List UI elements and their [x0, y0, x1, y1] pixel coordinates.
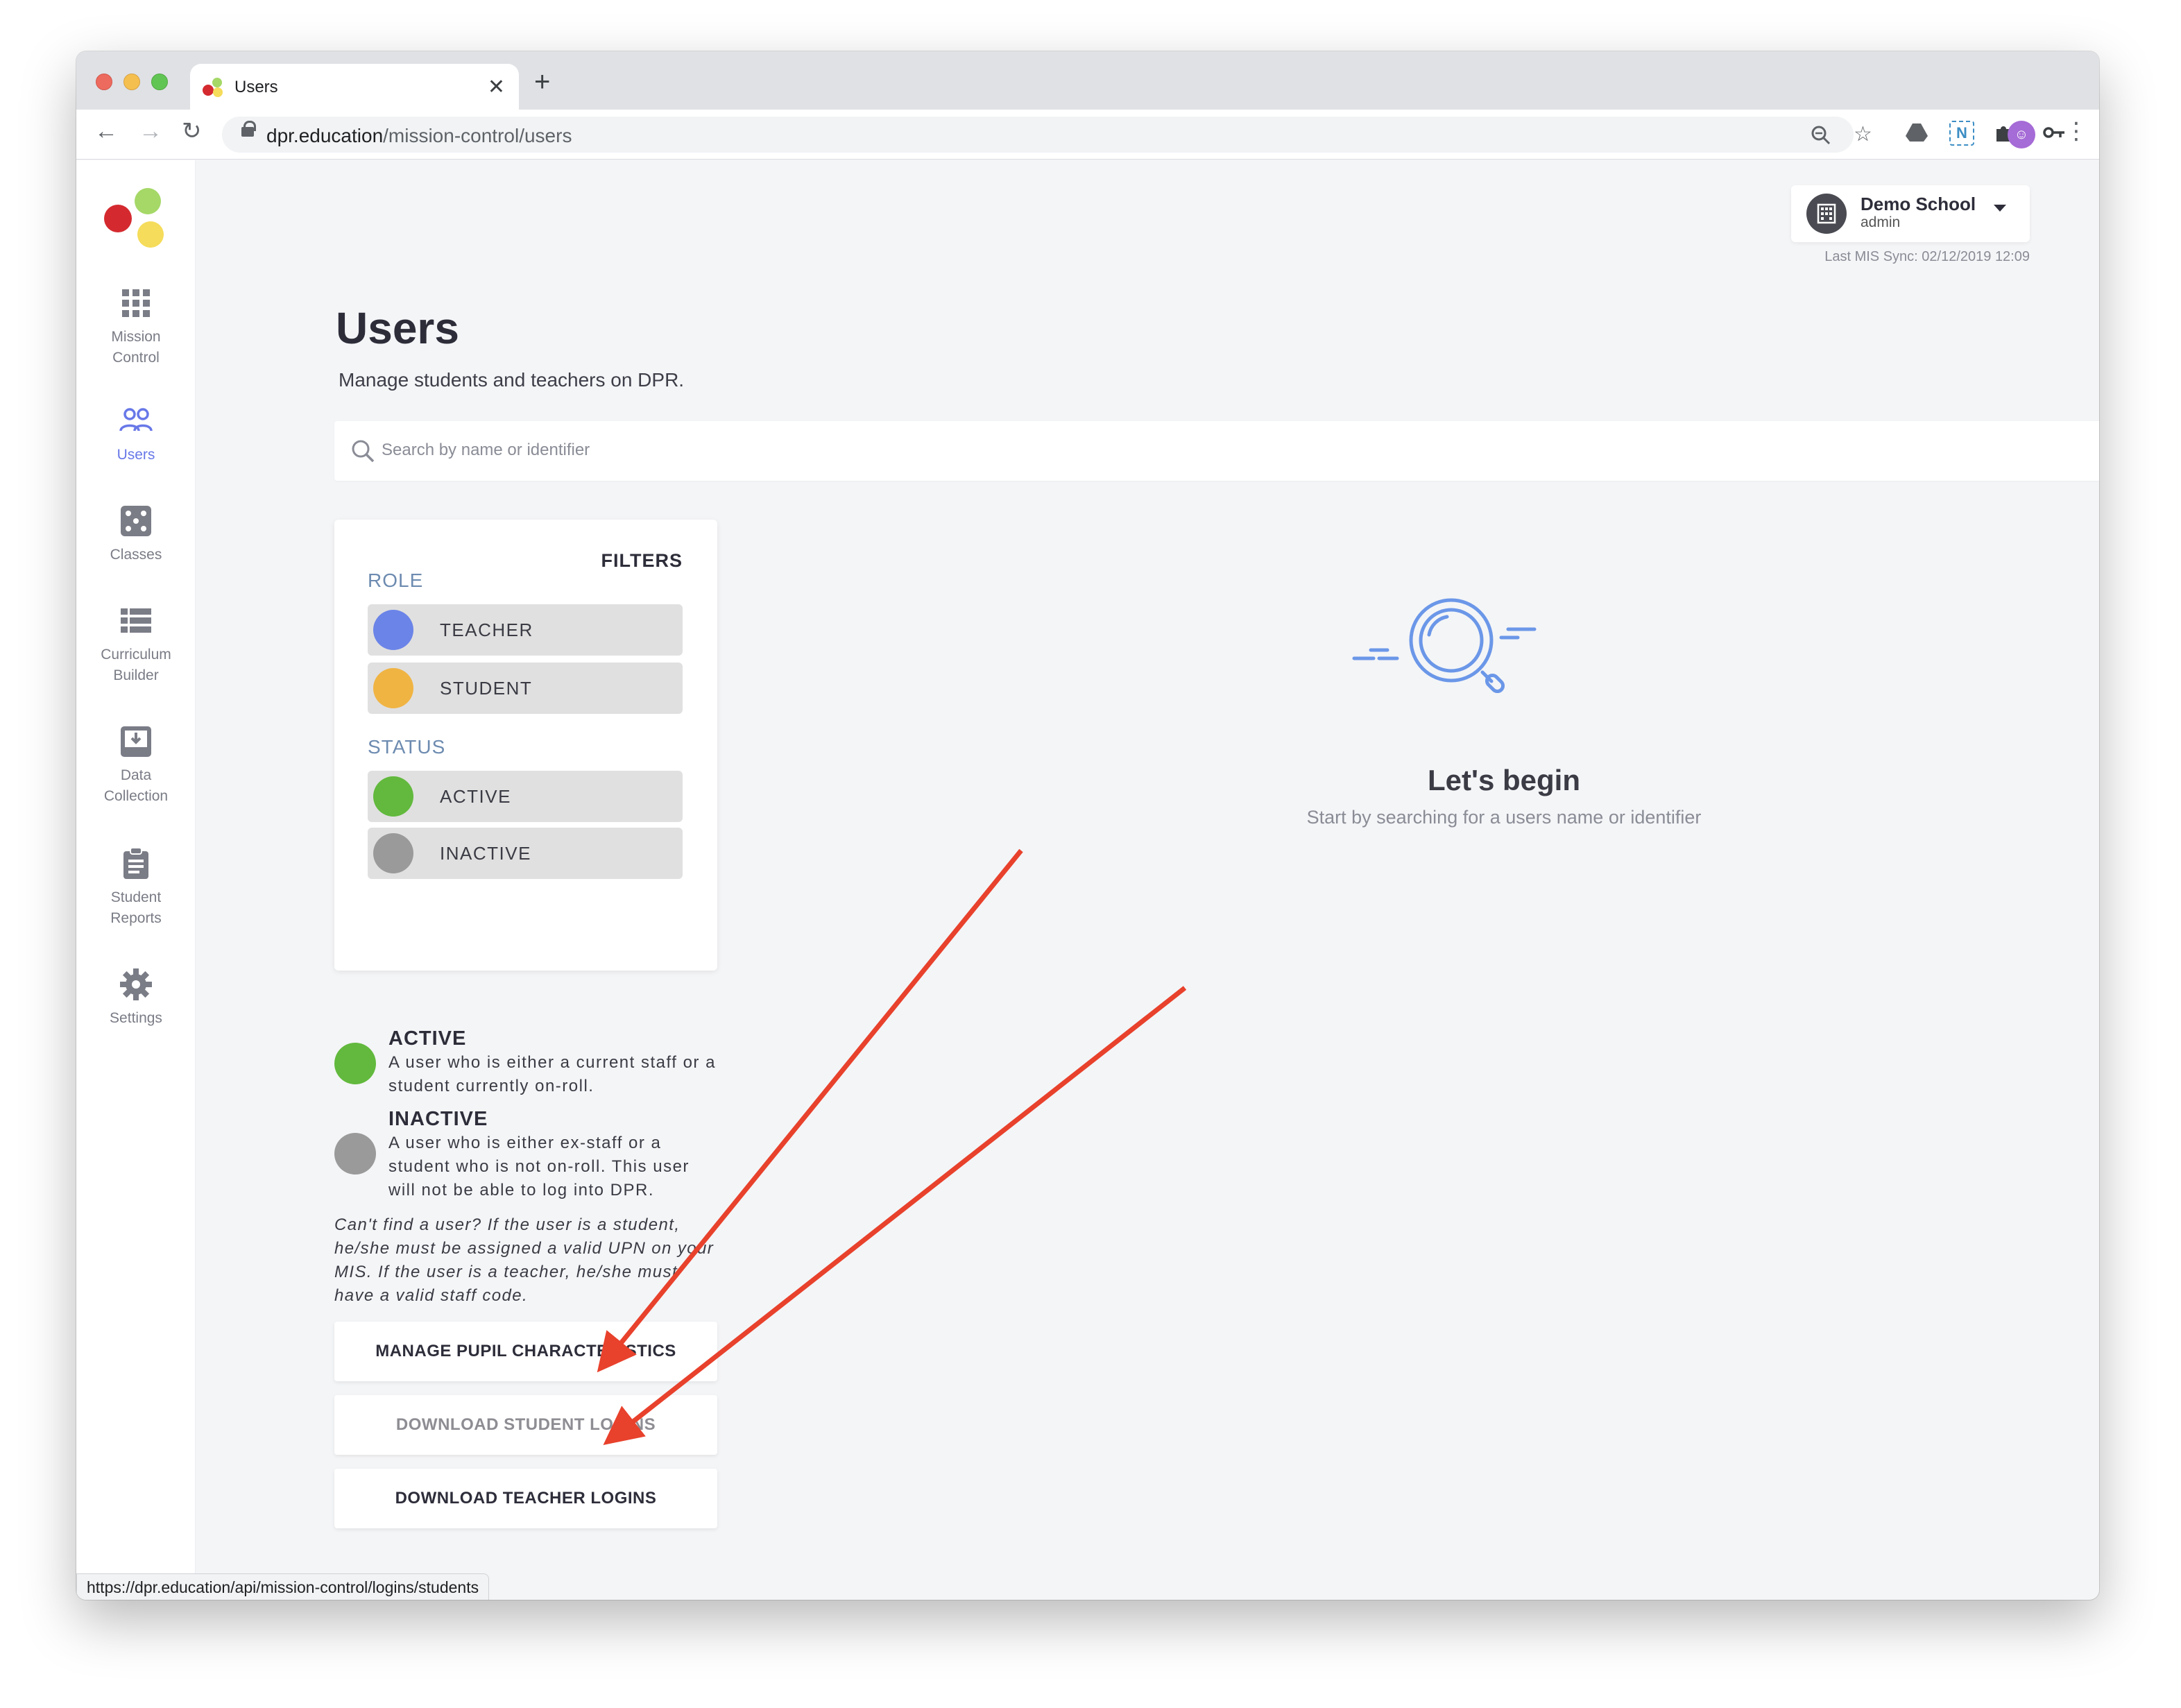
help-note: Can't find a user? If the user is a stud…: [334, 1215, 715, 1305]
status-filter-label: STATUS: [368, 736, 446, 758]
sidebar-item-users[interactable]: Users: [76, 404, 196, 466]
reload-icon[interactable]: ↻: [182, 119, 202, 143]
favicon-icon: [203, 78, 225, 99]
school-switcher[interactable]: Demo School admin: [1791, 185, 2030, 242]
sidebar-item-mission-control[interactable]: Mission Control: [76, 287, 196, 368]
tab-title: Users: [234, 78, 278, 96]
sidebar-item-label: Settings: [110, 1010, 162, 1026]
chip-label: TEACHER: [440, 620, 533, 640]
close-window-button[interactable]: [96, 74, 112, 90]
active-legend-dot: [334, 1043, 376, 1084]
student-color-dot: [373, 668, 413, 708]
legend-title: INACTIVE: [388, 1108, 488, 1130]
inactive-legend-dot: [334, 1133, 376, 1175]
building-icon: [1806, 194, 1847, 234]
legend-description: A user who is either ex-staff or a stude…: [388, 1134, 690, 1199]
address-bar[interactable]: dpr.education/mission-control/users ☆: [222, 117, 1872, 153]
filters-panel: FILTERS ROLE TEACHER STUDENT STATUS ACTI…: [334, 520, 717, 971]
key-icon[interactable]: [2042, 122, 2066, 143]
role-filter-label: ROLE: [368, 570, 424, 591]
chip-label: INACTIVE: [440, 843, 531, 864]
download-student-logins-button[interactable]: DOWNLOAD STUDENT LOGINS: [334, 1395, 717, 1455]
filter-chip-teacher[interactable]: TEACHER: [368, 604, 683, 656]
sidebar-item-settings[interactable]: Settings: [76, 968, 196, 1029]
sidebar-item-label: Student Reports: [110, 889, 162, 926]
profile-avatar-icon[interactable]: ☺: [2008, 121, 2035, 148]
browser-titlebar: Users ✕ +: [76, 51, 2099, 110]
grid-icon: [122, 289, 150, 317]
magnifier-illustration-icon: [1352, 598, 1537, 694]
active-color-dot: [373, 776, 413, 817]
maximize-window-button[interactable]: [151, 74, 168, 90]
inactive-color-dot: [373, 833, 413, 873]
sidebar-item-label: Curriculum Builder: [101, 647, 171, 683]
chip-label: ACTIVE: [440, 786, 511, 807]
sidebar-item-label: Mission Control: [111, 329, 161, 366]
browser-window: Users ✕ + ← → ↻ dpr.education/mission-co…: [76, 51, 2099, 1600]
sidebar: Mission Control Users Classes Curriculum…: [76, 160, 196, 1600]
legend-title: ACTIVE: [388, 1027, 467, 1050]
empty-state-title: Let's begin: [1427, 764, 1580, 796]
sidebar-item-label: Classes: [110, 547, 162, 563]
filter-chip-inactive[interactable]: INACTIVE: [368, 828, 683, 879]
url-text: dpr.education/mission-control/users: [266, 125, 572, 146]
dice-icon: [121, 506, 151, 536]
tab-close-icon[interactable]: ✕: [488, 75, 505, 99]
download-teacher-logins-button[interactable]: DOWNLOAD TEACHER LOGINS: [334, 1469, 717, 1528]
sidebar-item-data-collection[interactable]: Data Collection: [76, 725, 196, 807]
notion-extension-icon[interactable]: N: [1949, 121, 1974, 146]
search-bar[interactable]: [334, 421, 2099, 481]
school-role: admin: [1861, 214, 1901, 230]
chevron-down-icon: [1994, 205, 2006, 212]
school-name: Demo School: [1861, 194, 1976, 214]
dpr-logo[interactable]: [104, 188, 166, 250]
teacher-color-dot: [373, 610, 413, 650]
filter-chip-active[interactable]: ACTIVE: [368, 771, 683, 822]
page-subtitle: Manage students and teachers on DPR.: [339, 369, 685, 391]
minimize-window-button[interactable]: [123, 74, 140, 90]
browser-tab[interactable]: Users ✕: [190, 64, 519, 110]
browser-toolbar: ← → ↻ dpr.education/mission-control/user…: [76, 110, 2099, 160]
sidebar-item-student-reports[interactable]: Student Reports: [76, 847, 196, 929]
main-content: Demo School admin Last MIS Sync: 02/12/2…: [196, 160, 2099, 1600]
filters-title: FILTERS: [601, 550, 683, 571]
forward-icon[interactable]: →: [139, 119, 162, 143]
empty-state-subtitle: Start by searching for a users name or i…: [1306, 807, 1702, 828]
drive-icon[interactable]: [1905, 122, 1928, 143]
status-bar-url: https://dpr.education/api/mission-contro…: [76, 1573, 490, 1600]
last-sync-text: Last MIS Sync: 02/12/2019 12:09: [1824, 249, 2030, 264]
list-icon: [121, 608, 151, 633]
sidebar-item-label: Data Collection: [103, 767, 169, 804]
chip-label: STUDENT: [440, 678, 533, 699]
sidebar-item-classes[interactable]: Classes: [76, 504, 196, 565]
sidebar-item-curriculum-builder[interactable]: Curriculum Builder: [76, 604, 196, 686]
clipboard-icon: [123, 847, 148, 879]
new-tab-icon[interactable]: +: [534, 68, 550, 96]
browser-menu-icon[interactable]: ⋮: [2064, 119, 2088, 143]
users-icon: [119, 408, 153, 432]
page-title: Users: [336, 303, 459, 353]
gear-icon: [120, 968, 152, 1000]
search-icon: [352, 440, 375, 463]
bookmark-star-icon[interactable]: ☆: [1854, 122, 1872, 146]
filter-chip-student[interactable]: STUDENT: [368, 663, 683, 714]
inbox-icon: [121, 726, 151, 757]
back-icon[interactable]: ←: [94, 119, 118, 143]
zoom-icon[interactable]: [1811, 125, 1831, 146]
legend-description: A user who is either a current staff or …: [388, 1053, 716, 1095]
search-input[interactable]: [382, 435, 2088, 466]
sidebar-item-label: Users: [117, 447, 155, 463]
lock-icon: [241, 121, 256, 137]
manage-pupil-characteristics-button[interactable]: MANAGE PUPIL CHARACTERISTICS: [334, 1322, 717, 1381]
